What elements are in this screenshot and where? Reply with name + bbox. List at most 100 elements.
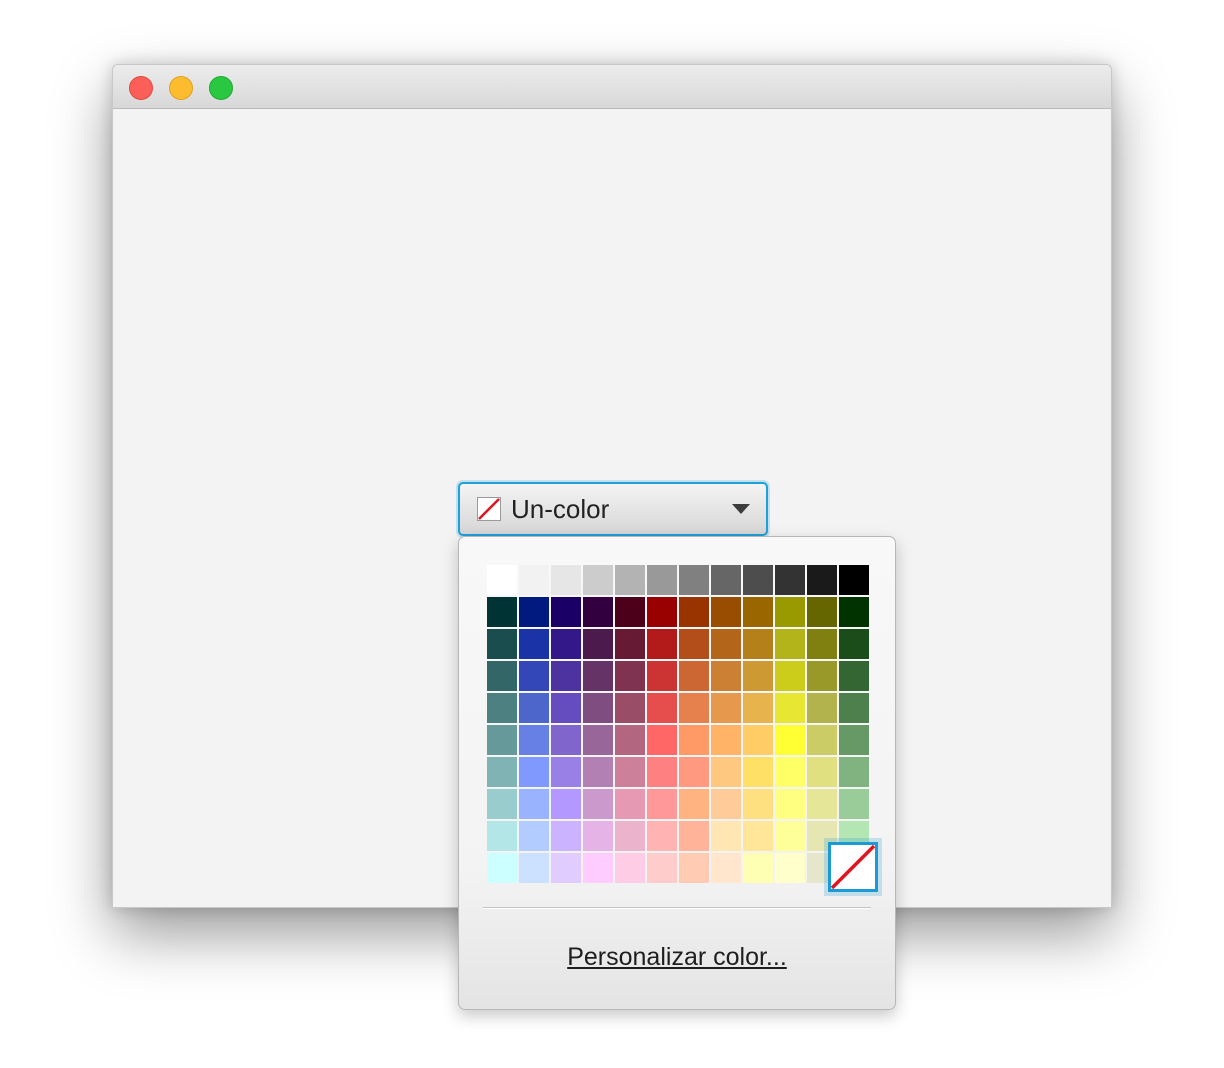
minimize-window-button[interactable] [169,76,193,100]
color-swatch[interactable] [615,597,645,627]
no-color-cell[interactable] [828,842,878,892]
color-swatch[interactable] [487,629,517,659]
color-swatch[interactable] [551,565,581,595]
color-swatch[interactable] [519,693,549,723]
color-swatch[interactable] [487,693,517,723]
color-swatch[interactable] [583,821,613,851]
color-swatch[interactable] [743,853,773,883]
color-swatch[interactable] [839,629,869,659]
color-swatch[interactable] [679,661,709,691]
color-swatch[interactable] [583,629,613,659]
close-window-button[interactable] [129,76,153,100]
color-swatch[interactable] [743,597,773,627]
color-swatch[interactable] [839,757,869,787]
color-swatch[interactable] [551,789,581,819]
color-swatch[interactable] [487,757,517,787]
custom-color-link[interactable]: Personalizar color... [459,941,895,973]
color-swatch[interactable] [615,789,645,819]
color-swatch[interactable] [679,789,709,819]
color-swatch[interactable] [487,789,517,819]
color-swatch[interactable] [583,693,613,723]
color-swatch[interactable] [807,629,837,659]
color-swatch[interactable] [487,597,517,627]
color-swatch[interactable] [807,789,837,819]
color-swatch[interactable] [551,757,581,787]
color-swatch[interactable] [583,789,613,819]
color-swatch[interactable] [743,725,773,755]
color-swatch[interactable] [807,597,837,627]
color-swatch[interactable] [551,725,581,755]
color-swatch[interactable] [615,565,645,595]
color-swatch[interactable] [487,661,517,691]
color-swatch[interactable] [839,789,869,819]
zoom-window-button[interactable] [209,76,233,100]
color-swatch[interactable] [711,821,741,851]
color-swatch[interactable] [519,661,549,691]
color-swatch[interactable] [807,565,837,595]
color-swatch[interactable] [743,565,773,595]
color-swatch[interactable] [679,821,709,851]
color-swatch[interactable] [775,821,805,851]
color-swatch[interactable] [743,661,773,691]
color-swatch[interactable] [519,629,549,659]
color-swatch[interactable] [551,629,581,659]
color-swatch[interactable] [839,693,869,723]
color-swatch[interactable] [839,597,869,627]
color-swatch[interactable] [647,853,677,883]
color-swatch[interactable] [647,725,677,755]
color-swatch[interactable] [615,821,645,851]
color-swatch[interactable] [711,757,741,787]
color-swatch[interactable] [711,725,741,755]
color-swatch[interactable] [839,565,869,595]
color-swatch[interactable] [775,725,805,755]
color-swatch[interactable] [551,693,581,723]
color-swatch[interactable] [807,725,837,755]
color-swatch[interactable] [679,725,709,755]
color-swatch[interactable] [679,693,709,723]
color-swatch[interactable] [615,693,645,723]
color-swatch[interactable] [519,725,549,755]
color-swatch[interactable] [583,661,613,691]
color-swatch[interactable] [743,757,773,787]
color-swatch[interactable] [583,597,613,627]
color-swatch[interactable] [647,629,677,659]
color-swatch[interactable] [775,565,805,595]
color-swatch[interactable] [583,757,613,787]
color-swatch[interactable] [583,725,613,755]
color-swatch[interactable] [551,853,581,883]
color-swatch[interactable] [711,693,741,723]
color-swatch[interactable] [775,853,805,883]
color-swatch[interactable] [647,693,677,723]
color-swatch[interactable] [519,757,549,787]
color-swatch[interactable] [647,789,677,819]
color-swatch[interactable] [743,693,773,723]
color-swatch[interactable] [775,661,805,691]
color-swatch[interactable] [551,821,581,851]
chevron-down-icon[interactable] [732,504,750,514]
color-swatch[interactable] [487,565,517,595]
color-swatch[interactable] [839,661,869,691]
color-swatch[interactable] [807,661,837,691]
color-swatch[interactable] [679,597,709,627]
color-swatch[interactable] [743,629,773,659]
color-swatch[interactable] [615,661,645,691]
color-swatch[interactable] [711,565,741,595]
color-swatch[interactable] [647,565,677,595]
color-swatch[interactable] [647,597,677,627]
color-swatch[interactable] [743,821,773,851]
color-swatch[interactable] [839,725,869,755]
color-swatch[interactable] [519,565,549,595]
color-swatch[interactable] [647,821,677,851]
color-swatch[interactable] [679,853,709,883]
title-bar[interactable] [113,65,1111,109]
color-swatch[interactable] [711,629,741,659]
color-swatch[interactable] [647,757,677,787]
color-swatch[interactable] [487,821,517,851]
color-swatch[interactable] [679,565,709,595]
color-swatch[interactable] [583,853,613,883]
color-swatch[interactable] [679,757,709,787]
color-swatch[interactable] [551,597,581,627]
color-swatch[interactable] [615,725,645,755]
color-swatch[interactable] [615,757,645,787]
color-swatch[interactable] [615,629,645,659]
